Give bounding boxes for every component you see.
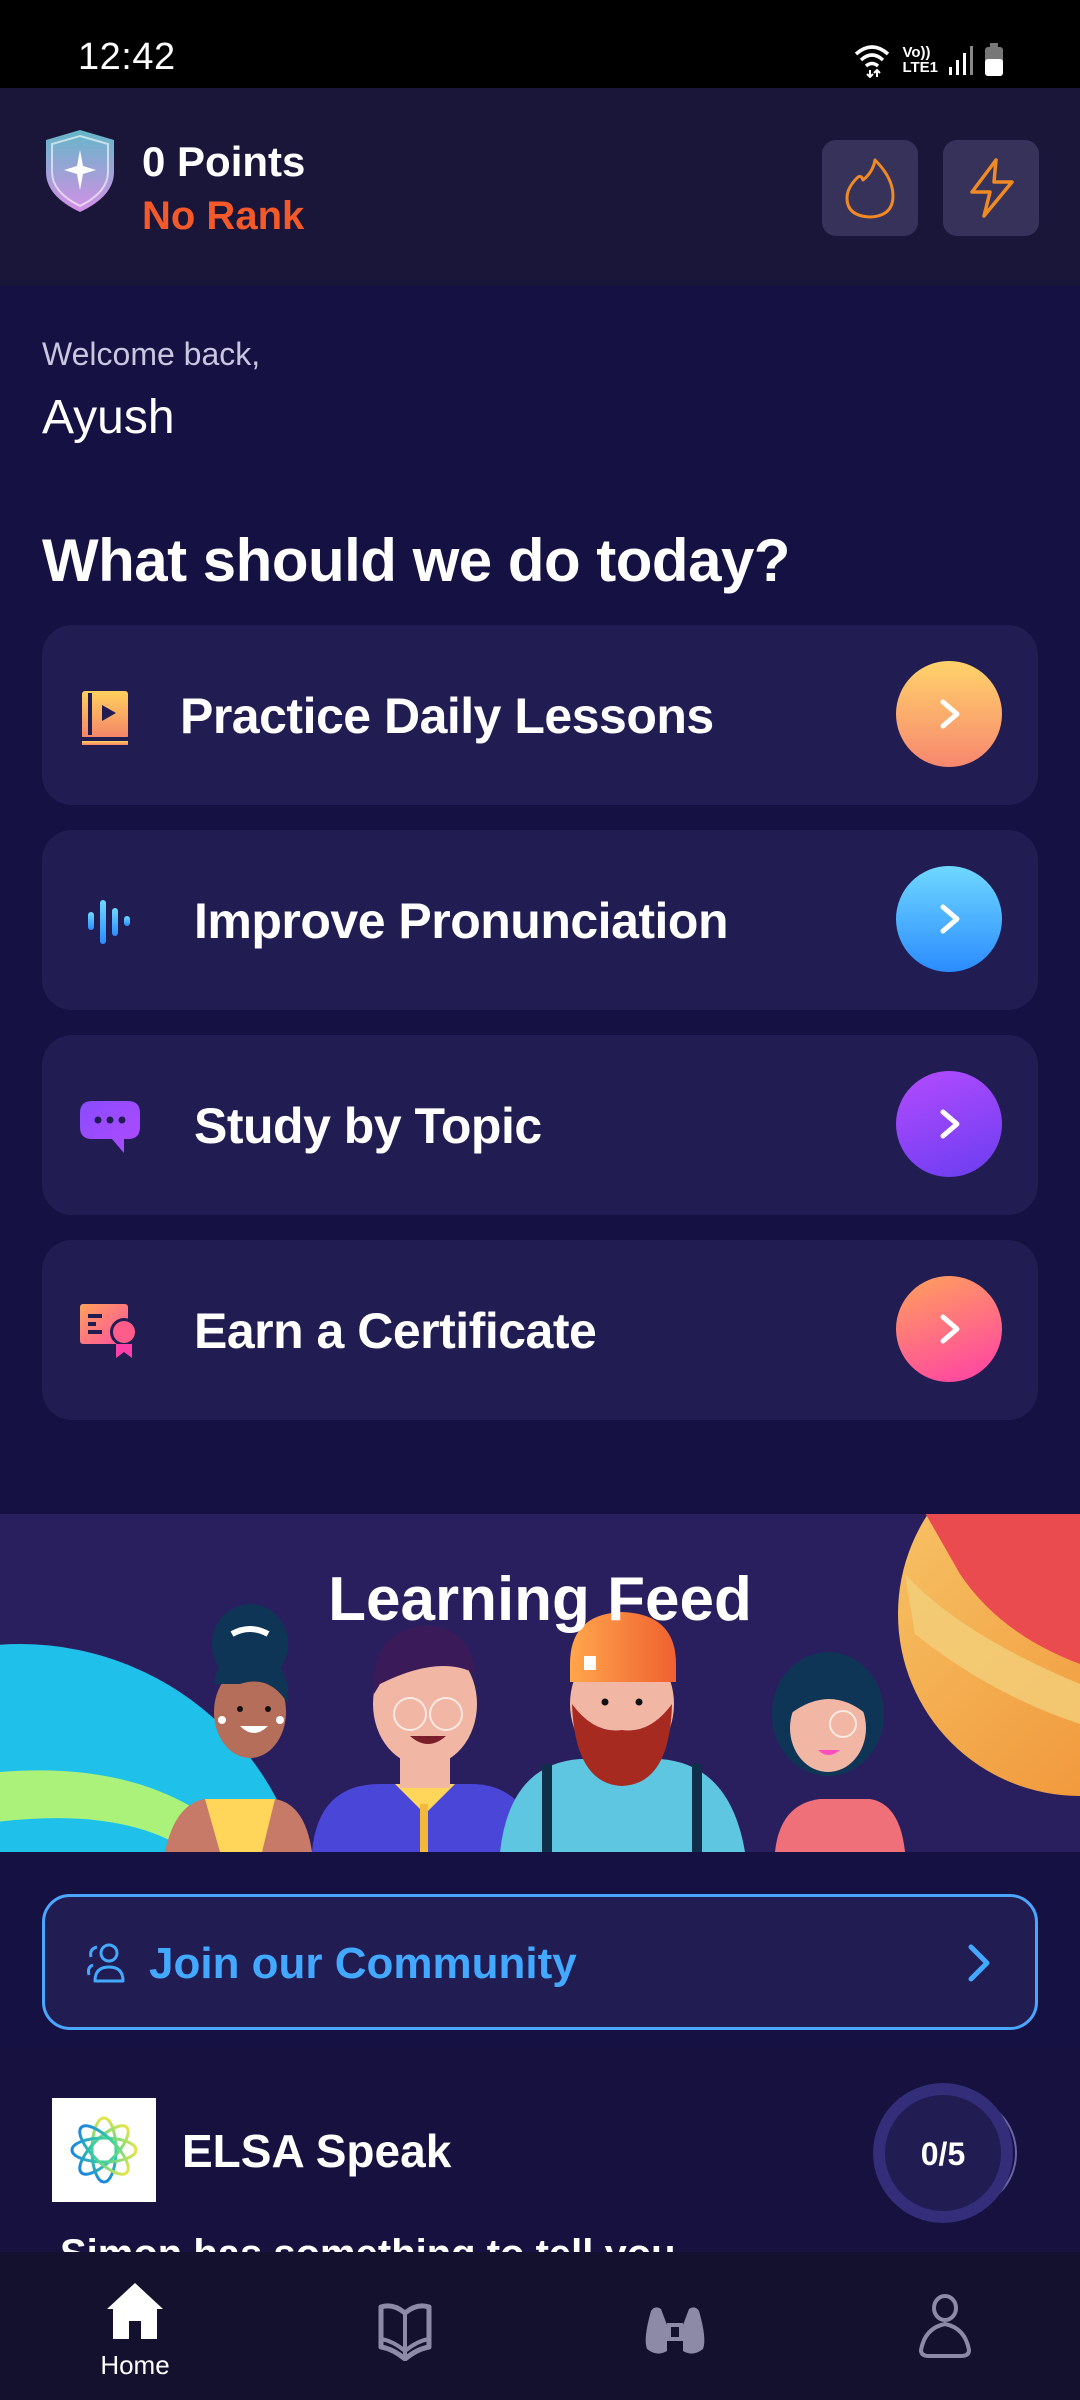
certificate-icon bbox=[80, 1304, 138, 1358]
card-label: Improve Pronunciation bbox=[194, 893, 729, 949]
username: Ayush bbox=[42, 391, 175, 444]
study-by-topic-card[interactable]: Study by Topic bbox=[42, 1035, 1038, 1215]
chevron-right-icon bbox=[940, 904, 960, 934]
learning-feed-title: Learning Feed bbox=[328, 1565, 752, 1634]
battery-icon bbox=[985, 43, 1003, 76]
chevron-right-icon bbox=[968, 1944, 990, 1982]
go-button[interactable] bbox=[896, 1276, 1002, 1382]
community-section: Join our Community bbox=[0, 1852, 1080, 2048]
status-bar: 12:42 Vo)) LTE1 bbox=[0, 0, 1080, 88]
go-button[interactable] bbox=[896, 1071, 1002, 1177]
nav-explore[interactable] bbox=[540, 2252, 810, 2400]
binoculars-icon bbox=[645, 2307, 705, 2354]
profile-icon bbox=[918, 2294, 972, 2358]
home-icon bbox=[107, 2283, 163, 2339]
shield-star-icon[interactable] bbox=[42, 128, 118, 214]
improve-pronunciation-card[interactable]: Improve Pronunciation bbox=[42, 830, 1038, 1010]
people-icon bbox=[87, 1943, 125, 1983]
chevron-right-icon bbox=[940, 699, 960, 729]
nav-home[interactable]: Home bbox=[0, 2252, 270, 2400]
status-time: 12:42 bbox=[78, 36, 176, 78]
go-button[interactable] bbox=[896, 866, 1002, 972]
earn-certificate-card[interactable]: Earn a Certificate bbox=[42, 1240, 1038, 1420]
network-type: Vo)) LTE1 bbox=[902, 45, 938, 75]
nav-profile[interactable] bbox=[810, 2252, 1080, 2400]
progress-count: 0/5 bbox=[920, 2136, 966, 2172]
system-icons: Vo)) LTE1 bbox=[852, 40, 1004, 80]
chevron-right-icon bbox=[940, 1314, 960, 1344]
card-label: Earn a Certificate bbox=[194, 1303, 597, 1359]
elsa-flower-icon bbox=[70, 2116, 138, 2184]
sound-wave-icon bbox=[88, 900, 130, 944]
nav-home-label: Home bbox=[100, 2350, 170, 2380]
wifi-icon bbox=[855, 45, 890, 78]
points-label: 0 Points bbox=[142, 138, 306, 185]
post-source: ELSA Speak bbox=[182, 2125, 452, 2177]
nav-lessons[interactable] bbox=[270, 2252, 540, 2400]
flame-icon bbox=[845, 158, 895, 219]
learning-feed-banner[interactable]: Learning Feed bbox=[0, 1514, 1080, 1852]
feed-post[interactable]: ELSA Speak Simon has something to tell y… bbox=[0, 2048, 1080, 2260]
practice-daily-lessons-card[interactable]: Practice Daily Lessons bbox=[42, 625, 1038, 805]
lightning-icon bbox=[970, 158, 1014, 218]
page-title: What should we do today? bbox=[42, 527, 790, 594]
welcome-text: Welcome back, bbox=[42, 336, 261, 372]
bottom-nav: Home bbox=[0, 2252, 1080, 2400]
lte-label: LTE1 bbox=[902, 59, 938, 76]
card-label: Study by Topic bbox=[194, 1098, 542, 1154]
card-label: Practice Daily Lessons bbox=[180, 688, 714, 744]
join-community-button[interactable]: Join our Community bbox=[42, 1894, 1038, 2030]
signal-icon bbox=[949, 46, 973, 75]
rank-label: No Rank bbox=[142, 194, 305, 238]
go-button[interactable] bbox=[896, 661, 1002, 767]
volte-label: Vo)) bbox=[902, 44, 931, 61]
chat-bubble-icon bbox=[80, 1101, 140, 1153]
elsa-logo bbox=[52, 2098, 156, 2202]
streak-button[interactable] bbox=[822, 140, 918, 236]
chevron-right-icon bbox=[940, 1109, 960, 1139]
top-header: 0 Points No Rank bbox=[0, 88, 1080, 286]
main-content: Welcome back, Ayush What should we do to… bbox=[0, 286, 1080, 1514]
join-community-label: Join our Community bbox=[149, 1939, 577, 1988]
energy-button[interactable] bbox=[943, 140, 1039, 236]
lesson-book-icon bbox=[82, 691, 128, 745]
action-list: Practice Daily Lessons Improve Pronuncia… bbox=[42, 625, 1038, 1445]
book-icon bbox=[378, 2303, 432, 2361]
